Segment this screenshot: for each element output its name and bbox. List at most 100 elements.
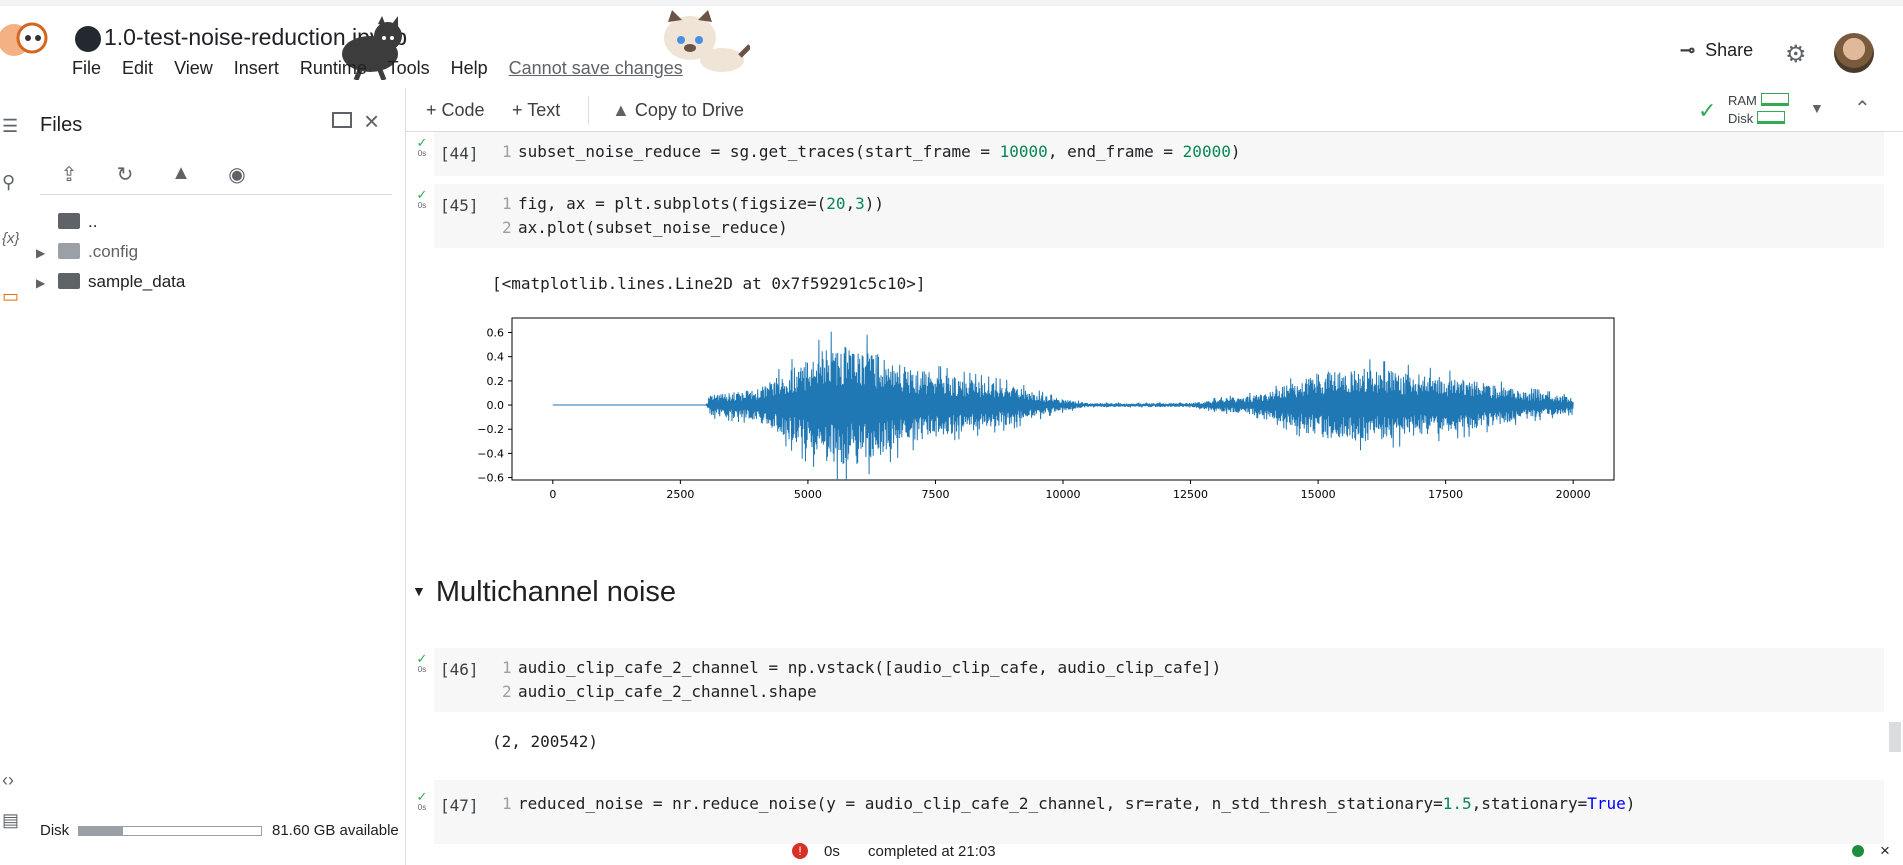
add-code-button[interactable]: + Code: [426, 100, 485, 121]
code-line: 1 fig, ax = plt.subplots(figsize=(20,3)): [502, 192, 884, 216]
share-button[interactable]: ⊸ Share: [1680, 40, 1753, 61]
notebook-area: ✓ 0s [44] 1 subset_noise_reduce = sg.get_t…: [406, 132, 1903, 844]
refresh-folder-icon[interactable]: ↻: [112, 162, 138, 186]
code-token: True: [1587, 794, 1626, 813]
tree-item-parent[interactable]: ..: [36, 212, 97, 232]
code-line: 1 audio_clip_cafe_2_channel = np.vstack([…: [502, 656, 1221, 680]
x-tick-label: 20000: [1556, 488, 1591, 501]
code-token: audio_clip_cafe_2_channel.shape: [518, 682, 817, 701]
code-editor[interactable]: 1 reduced_noise = nr.reduce_noise(y = aud…: [502, 792, 1635, 816]
code-token: reduced_noise = nr.reduce_noise(y = audi…: [518, 794, 1443, 813]
tree-item-sample-data[interactable]: ▶ sample_data: [36, 272, 185, 292]
code-editor[interactable]: 1 audio_clip_cafe_2_channel = np.vstack([…: [502, 656, 1221, 704]
folder-icon: [58, 243, 80, 259]
upload-file-icon[interactable]: ⇪: [56, 162, 82, 186]
scrollbar-thumb[interactable]: [1889, 722, 1901, 752]
drive-icon: ▲: [612, 100, 635, 120]
menu-bar: File Edit View Insert Runtime Tools Help…: [72, 58, 699, 79]
close-icon[interactable]: ×: [1880, 841, 1890, 861]
table-of-contents-icon[interactable]: ☰: [2, 116, 18, 137]
code-token: ax.plot(subset_noise_reduce): [518, 218, 788, 237]
mount-drive-icon[interactable]: ▲: [168, 162, 194, 186]
caret-down-icon[interactable]: ▼: [1810, 100, 1824, 116]
disk-usage-fill: [79, 827, 123, 835]
execution-count: [45]: [440, 196, 479, 215]
cannot-save-link[interactable]: Cannot save changes: [509, 58, 683, 78]
line-number: 1: [502, 142, 512, 161]
execution-count: [46]: [440, 660, 479, 679]
chevron-right-icon[interactable]: ▶: [36, 276, 58, 290]
add-text-button[interactable]: + Text: [512, 100, 560, 121]
x-tick-label: 15000: [1301, 488, 1336, 501]
run-status-icon: ✓ 0s: [414, 790, 430, 814]
cell-exec-time: 0s: [417, 803, 427, 812]
code-token: ): [1230, 142, 1241, 161]
disk-label: Disk: [1728, 111, 1754, 126]
add-text-label: Text: [527, 100, 561, 120]
code-snippets-icon[interactable]: ‹›: [2, 770, 14, 791]
disk-label: Disk: [40, 822, 70, 839]
plus-icon: +: [512, 100, 528, 120]
files-folder-icon[interactable]: ▭: [2, 286, 19, 307]
x-tick-label: 10000: [1046, 488, 1081, 501]
disk-available: 81.60 GB available: [272, 822, 399, 839]
menu-view[interactable]: View: [174, 58, 213, 78]
y-tick-label: 0.4: [487, 351, 505, 364]
folder-icon: [58, 273, 80, 289]
code-editor[interactable]: 1 subset_noise_reduce = sg.get_traces(sta…: [502, 140, 1240, 164]
collapse-triangle-icon[interactable]: ▼: [412, 583, 426, 599]
add-code-label: Code: [441, 100, 485, 120]
code-token: )): [864, 194, 885, 213]
close-icon[interactable]: ×: [364, 106, 379, 137]
connected-dot-icon: [1852, 845, 1864, 857]
code-line: 2 audio_clip_cafe_2_channel.shape: [502, 680, 1221, 704]
code-token: fig, ax = plt.subplots(figsize=(: [518, 194, 827, 213]
open-in-tab-icon[interactable]: [332, 112, 352, 128]
search-icon[interactable]: ⚲: [2, 172, 15, 193]
terminal-icon[interactable]: ▤: [2, 810, 19, 831]
y-tick-label: −0.6: [477, 472, 504, 485]
x-tick-label: 2500: [666, 488, 694, 501]
copy-to-drive-button[interactable]: ▲ Copy to Drive: [612, 100, 744, 121]
y-tick-label: −0.4: [477, 447, 504, 460]
menu-help[interactable]: Help: [451, 58, 488, 78]
execution-count: [44]: [440, 144, 479, 163]
code-token: , end_frame =: [1047, 142, 1183, 161]
resources-indicator[interactable]: RAM Disk: [1728, 92, 1789, 128]
menu-edit[interactable]: Edit: [122, 58, 153, 78]
code-editor[interactable]: 1 fig, ax = plt.subplots(figsize=(20,3)) 2…: [502, 192, 884, 240]
divider: [40, 194, 392, 195]
link-icon: ⊸: [1680, 40, 1696, 60]
app-header: 1.0-test-noise-reduction.ipynb File Edit…: [0, 6, 1903, 88]
run-status-icon: ✓ 0s: [414, 188, 430, 212]
line-plot: 0 2500 5000 7500 10000 12500 15000 17500 20000 0.…: [470, 300, 1890, 533]
visibility-icon[interactable]: ◉: [224, 162, 250, 186]
section-heading-text: Multichannel noise: [435, 576, 677, 608]
disk-bar: [1757, 111, 1786, 124]
ram-label: RAM: [1728, 93, 1757, 108]
checkmark-icon: ✓: [1698, 98, 1717, 123]
cell-exec-time: 0s: [417, 665, 427, 674]
status-time: 0s: [824, 843, 840, 860]
cat-sticker-icon: [0, 12, 50, 62]
tree-item-config[interactable]: ▶ .config: [36, 242, 138, 262]
line-number: 1: [502, 194, 512, 213]
chevron-up-icon[interactable]: ⌃: [1854, 96, 1871, 121]
plus-icon: +: [426, 100, 442, 120]
cell-output-text: [<matplotlib.lines.Line2D at 0x7f59291c5…: [492, 274, 926, 293]
notebook-toolbar: + Code + Text ▲ Copy to Drive ✓ RAM Disk…: [406, 88, 1903, 132]
menu-tools[interactable]: Tools: [388, 58, 430, 78]
gear-icon[interactable]: ⚙: [1785, 40, 1807, 69]
avatar[interactable]: [1834, 33, 1874, 73]
x-tick-label: 12500: [1173, 488, 1208, 501]
chevron-right-icon[interactable]: ▶: [36, 246, 58, 260]
section-heading[interactable]: ▼ Multichannel noise: [412, 576, 676, 609]
menu-runtime[interactable]: Runtime: [300, 58, 367, 78]
variables-icon[interactable]: {x}: [2, 230, 20, 247]
error-icon[interactable]: !: [792, 843, 808, 859]
status-completed: completed at 21:03: [868, 843, 996, 860]
menu-file[interactable]: File: [72, 58, 101, 78]
y-tick-label: 0.6: [487, 327, 505, 340]
share-label: Share: [1705, 40, 1754, 60]
menu-insert[interactable]: Insert: [234, 58, 279, 78]
